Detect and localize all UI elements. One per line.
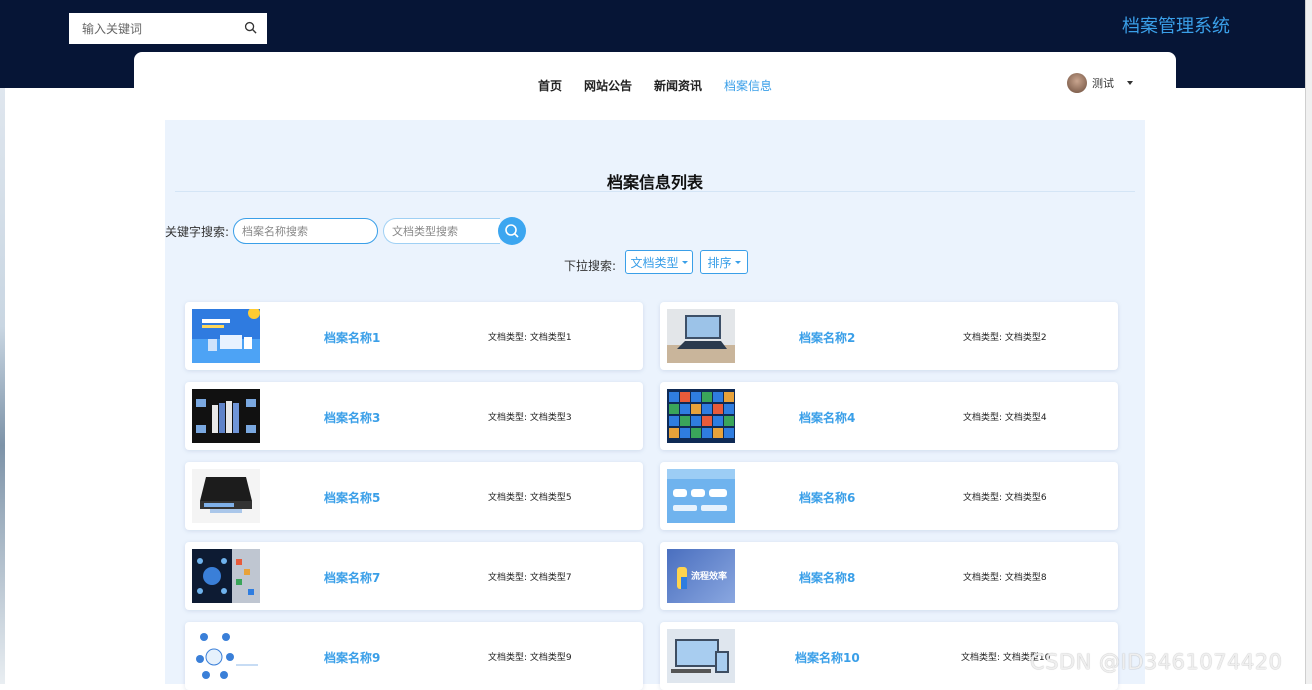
thumbnail-image: [667, 629, 735, 683]
archive-name[interactable]: 档案名称10: [795, 649, 860, 666]
thumbnail-image: [192, 469, 260, 523]
site-title: 档案管理系统: [1122, 16, 1230, 37]
archive-name[interactable]: 档案名称5: [324, 489, 380, 506]
archive-type: 文档类型: 文档类型9: [488, 653, 572, 663]
nav-bar: 首页 网站公告 新闻资讯 档案信息 测试: [134, 52, 1176, 112]
archive-card[interactable]: 档案名称2 文档类型: 文档类型2: [660, 302, 1118, 370]
archive-type: 文档类型: 文档类型5: [488, 493, 572, 503]
nav-item-news[interactable]: 新闻资讯: [654, 77, 702, 94]
thumbnail-image: [667, 469, 735, 523]
thumbnail-image: [667, 389, 735, 443]
search-button[interactable]: [498, 217, 526, 245]
background-window-edge: [0, 88, 5, 684]
archive-type: 文档类型: 文档类型7: [488, 573, 572, 583]
nav-item-archives[interactable]: 档案信息: [724, 77, 772, 94]
sort-dropdown[interactable]: 排序: [700, 250, 748, 274]
thumbnail-image: 流程效率: [667, 549, 735, 603]
user-name: 测试: [1092, 77, 1114, 90]
thumbnail-image: [192, 629, 260, 683]
search-icon: [505, 224, 519, 238]
thumbnail-image: [192, 549, 260, 603]
archive-name[interactable]: 档案名称8: [799, 569, 855, 586]
archive-type: 文档类型: 文档类型4: [963, 413, 1047, 423]
archive-card[interactable]: 档案名称4 文档类型: 文档类型4: [660, 382, 1118, 450]
name-search-wrap: [233, 218, 378, 244]
sort-dropdown-label: 排序: [707, 255, 732, 270]
archive-card[interactable]: 档案名称7 文档类型: 文档类型7: [185, 542, 643, 610]
type-search-input[interactable]: [384, 219, 500, 243]
archive-name[interactable]: 档案名称9: [324, 649, 380, 666]
thumbnail-image: [192, 309, 260, 363]
thumbnail-image: [667, 309, 735, 363]
nav-menu: 首页 网站公告 新闻资讯 档案信息: [134, 77, 1176, 94]
page-title: 档案信息列表: [606, 173, 703, 192]
archive-name[interactable]: 档案名称7: [324, 569, 380, 586]
chevron-down-icon: [1127, 81, 1133, 85]
nav-item-home[interactable]: 首页: [538, 77, 562, 94]
archive-type: 文档类型: 文档类型3: [488, 413, 572, 423]
scrollbar[interactable]: [1305, 0, 1312, 684]
archive-card[interactable]: 档案名称6 文档类型: 文档类型6: [660, 462, 1118, 530]
archive-name[interactable]: 档案名称2: [799, 329, 855, 346]
caret-down-icon: [681, 260, 688, 264]
doc-type-dropdown-label: 文档类型: [630, 255, 679, 270]
keyword-search-label: 关键字搜索:: [165, 225, 230, 239]
search-icon[interactable]: [244, 21, 257, 34]
archive-card[interactable]: 档案名称9 文档类型: 文档类型9: [185, 622, 643, 690]
archive-card[interactable]: 档案名称5 文档类型: 文档类型5: [185, 462, 643, 530]
caret-down-icon: [734, 260, 741, 264]
thumbnail-image: [192, 389, 260, 443]
avatar: [1067, 73, 1087, 93]
user-menu[interactable]: 测试: [1067, 73, 1133, 93]
doc-type-dropdown[interactable]: 文档类型: [625, 250, 693, 274]
archive-name[interactable]: 档案名称4: [799, 409, 855, 426]
archive-type: 文档类型: 文档类型2: [963, 333, 1047, 343]
archive-type: 文档类型: 文档类型6: [963, 493, 1047, 503]
header-search: [69, 13, 267, 44]
header-search-input[interactable]: [69, 13, 234, 44]
archive-type: 文档类型: 文档类型1: [488, 333, 572, 343]
nav-item-announcements[interactable]: 网站公告: [584, 77, 632, 94]
name-search-input[interactable]: [234, 219, 377, 243]
archive-name[interactable]: 档案名称1: [324, 329, 380, 346]
thumbnail-caption: 流程效率: [691, 572, 728, 582]
archive-card[interactable]: 档案名称3 文档类型: 文档类型3: [185, 382, 643, 450]
archive-card[interactable]: 档案名称1 文档类型: 文档类型1: [185, 302, 643, 370]
watermark: CSDN @ID3461074420: [1030, 650, 1283, 674]
divider: [175, 191, 1135, 192]
archive-type: 文档类型: 文档类型8: [963, 573, 1047, 583]
dropdown-search-label: 下拉搜索:: [564, 259, 617, 273]
archive-name[interactable]: 档案名称3: [324, 409, 380, 426]
archive-card[interactable]: 流程效率 档案名称8 文档类型: 文档类型8: [660, 542, 1118, 610]
type-search-wrap: [383, 218, 500, 244]
archive-name[interactable]: 档案名称6: [799, 489, 855, 506]
archive-panel: 档案信息列表 关键字搜索: 下拉搜索: 文档类型 排序 档案名称1 文档类型: …: [165, 120, 1145, 690]
